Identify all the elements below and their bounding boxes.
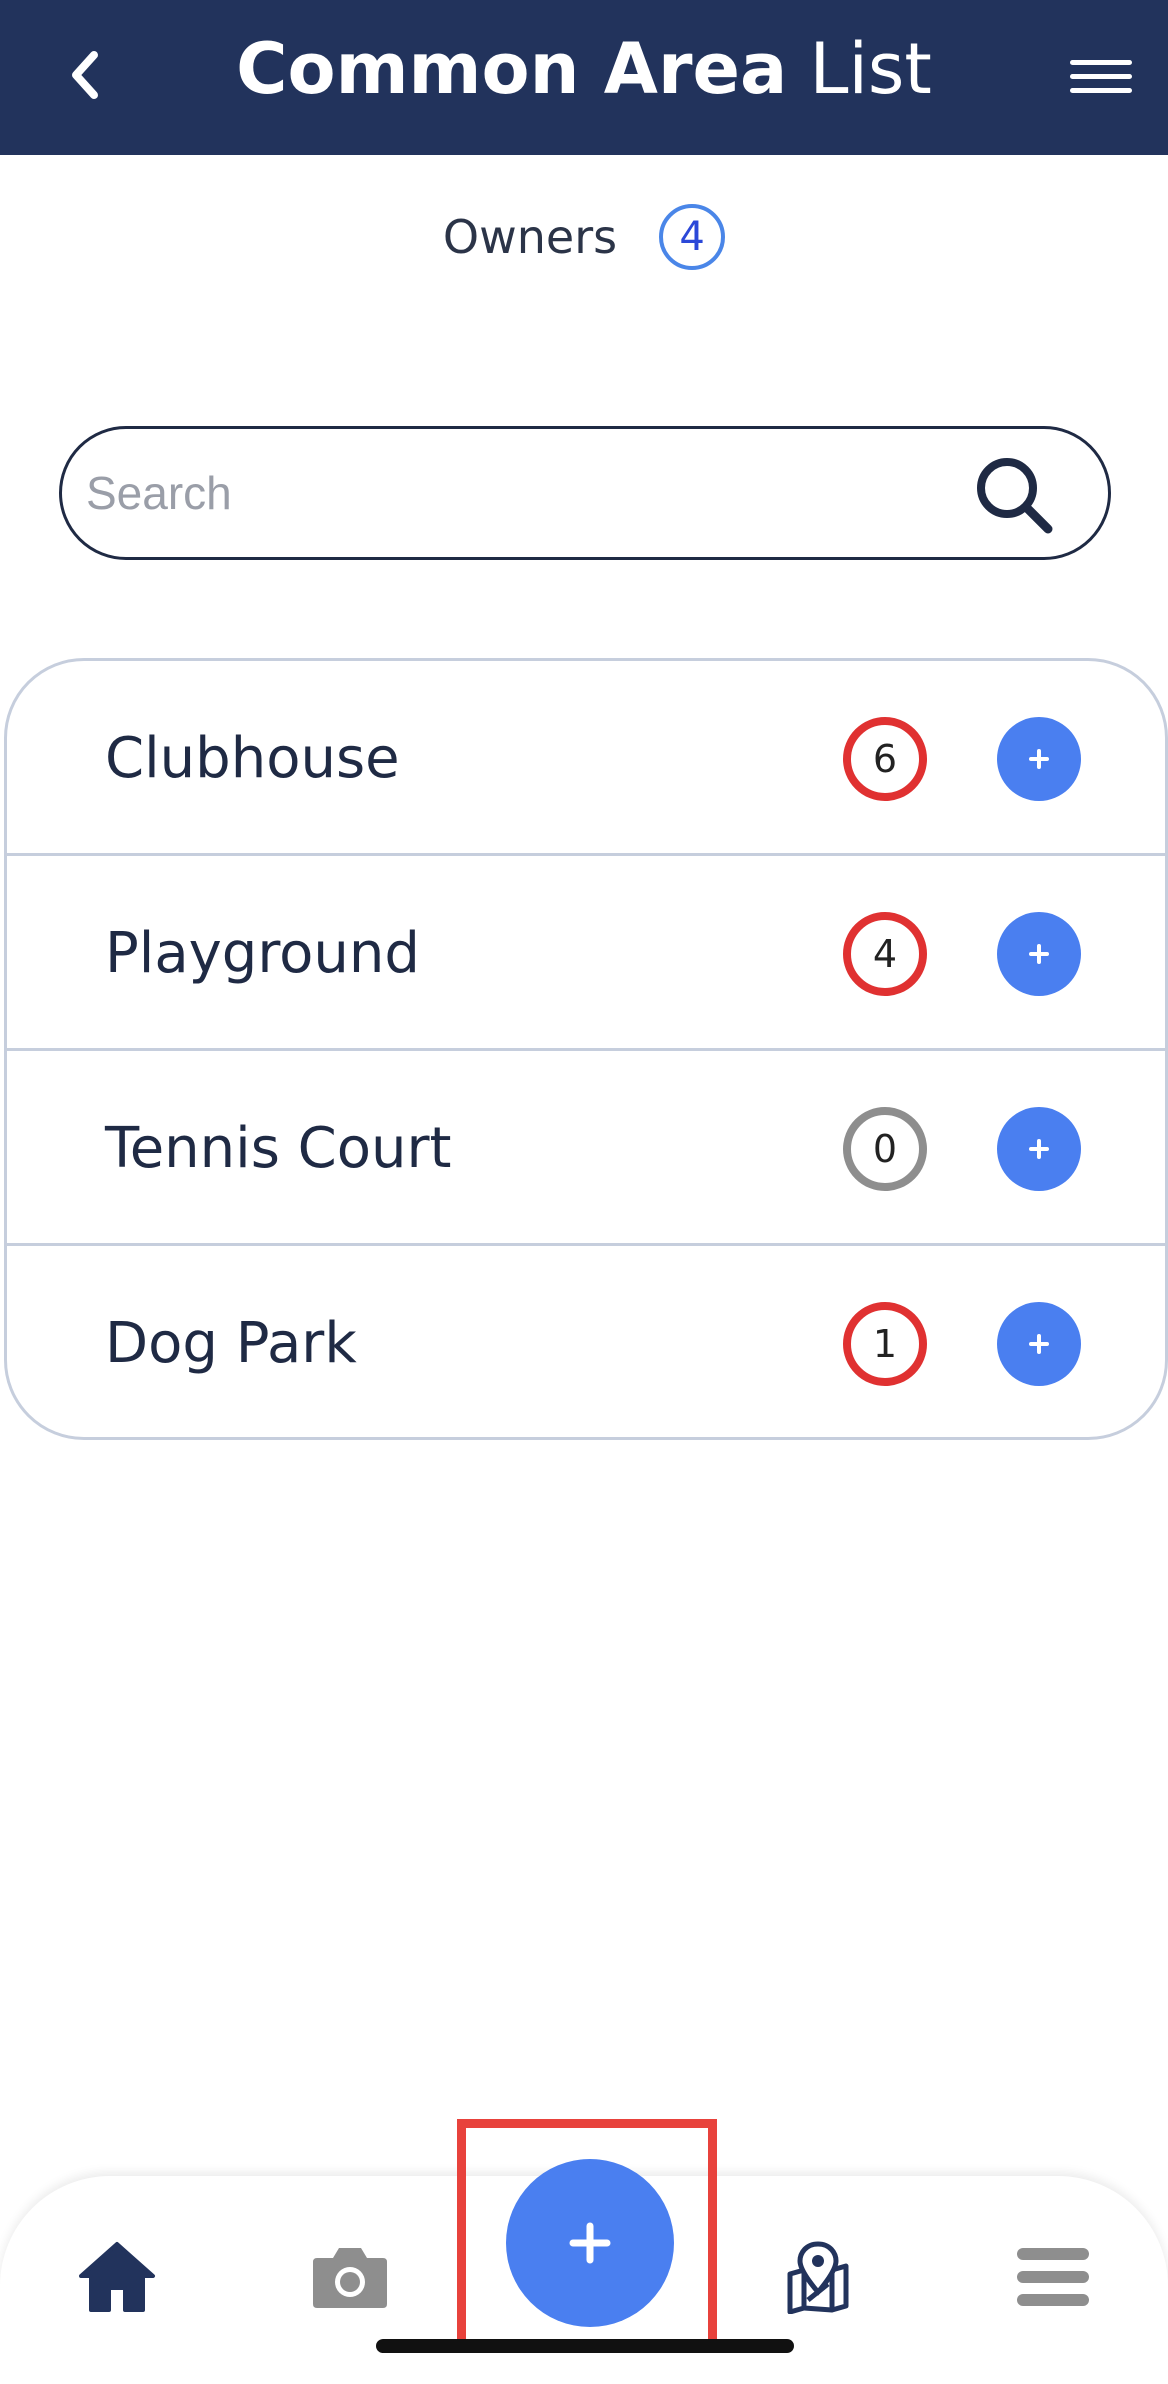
owners-label: Owners (442, 210, 618, 264)
common-area-list: Clubhouse 6 Playground 4 Tennis Court 0 (4, 658, 1168, 1440)
camera-icon (313, 2248, 387, 2308)
add-item-button[interactable] (997, 1302, 1081, 1386)
area-name: Clubhouse (105, 726, 400, 791)
owners-count-badge[interactable]: 4 (659, 204, 726, 270)
add-item-button[interactable] (997, 912, 1081, 996)
page-title-bold: Common Area (236, 28, 788, 110)
map-tab[interactable] (773, 2232, 863, 2322)
list-item[interactable]: Dog Park 1 (7, 1246, 1165, 1437)
app-screen: Common Area List Owners 4 Clubhouse 6 (0, 0, 1168, 2384)
search-icon[interactable] (970, 451, 1060, 541)
plus-icon (1029, 1139, 1049, 1159)
area-name: Dog Park (105, 1311, 357, 1376)
add-item-button[interactable] (997, 1107, 1081, 1191)
search-bar (59, 426, 1111, 560)
map-pin-icon (787, 2241, 849, 2314)
area-name: Tennis Court (105, 1116, 452, 1181)
area-count-badge: 6 (843, 717, 927, 801)
menu-line (1070, 88, 1132, 93)
hamburger-menu-button[interactable] (1062, 52, 1138, 102)
search-input[interactable] (86, 429, 986, 557)
plus-icon (1029, 944, 1049, 964)
home-icon (79, 2242, 155, 2312)
plus-icon (569, 2222, 611, 2264)
area-name: Playground (105, 921, 420, 986)
add-new-button[interactable] (506, 2159, 674, 2327)
menu-line (1070, 74, 1132, 79)
more-tab[interactable] (1008, 2232, 1098, 2322)
page-title-light: List (809, 28, 932, 110)
page-title: Common Area List (0, 24, 1168, 114)
camera-tab[interactable] (305, 2232, 395, 2322)
home-tab[interactable] (72, 2232, 162, 2322)
list-item[interactable]: Clubhouse 6 (7, 661, 1165, 856)
home-indicator (376, 2339, 794, 2353)
plus-icon (1029, 749, 1049, 769)
owners-summary: Owners 4 (0, 204, 1168, 270)
top-navigation-bar: Common Area List (0, 0, 1168, 155)
area-count-badge: 4 (843, 912, 927, 996)
menu-icon (1017, 2248, 1089, 2306)
area-count-badge: 1 (843, 1302, 927, 1386)
list-item[interactable]: Tennis Court 0 (7, 1051, 1165, 1246)
area-count-badge: 0 (843, 1107, 927, 1191)
add-item-button[interactable] (997, 717, 1081, 801)
plus-icon (1029, 1334, 1049, 1354)
list-item[interactable]: Playground 4 (7, 856, 1165, 1051)
menu-line (1070, 60, 1132, 65)
